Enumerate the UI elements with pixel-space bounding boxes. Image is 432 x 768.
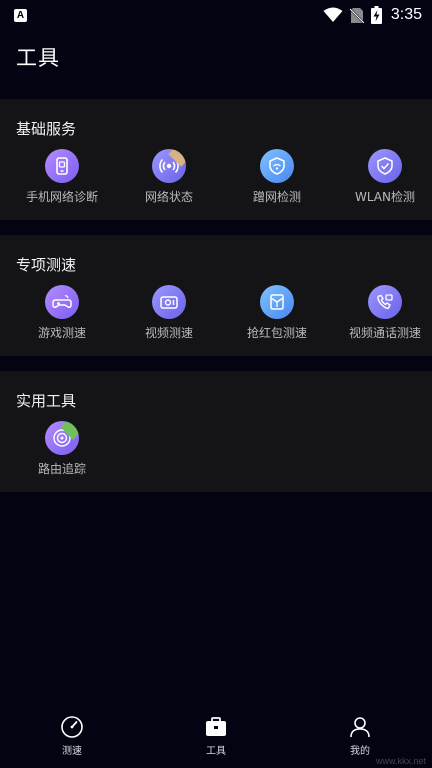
nav-label: 我的 bbox=[350, 746, 370, 757]
bottom-nav: 测速 工具 我的 www.kkx.net bbox=[0, 706, 432, 768]
tool-label: 抢红包测速 bbox=[246, 326, 307, 340]
gamepad-icon bbox=[45, 285, 79, 319]
tool-label: 蹭网检测 bbox=[252, 190, 301, 204]
wlan-shield-icon bbox=[368, 149, 402, 183]
video-icon bbox=[152, 285, 186, 319]
person-icon bbox=[288, 714, 432, 740]
tool-label: 游戏测速 bbox=[37, 326, 86, 340]
nav-item-tools[interactable]: 工具 bbox=[144, 714, 288, 757]
app-notification-icon: A bbox=[14, 8, 27, 22]
tool-label: WLAN检测 bbox=[354, 190, 415, 204]
battery-charging-icon bbox=[370, 6, 382, 24]
tool-wlan-detection[interactable]: WLAN检测 bbox=[331, 149, 432, 209]
tool-label: 网络状态 bbox=[144, 190, 193, 204]
tool-game-speed-test[interactable]: 游戏测速 bbox=[8, 285, 116, 345]
tool-route-trace[interactable]: 路由追踪 bbox=[8, 421, 116, 481]
network-signal-icon bbox=[152, 149, 186, 183]
tool-phone-network-diagnosis[interactable]: 手机网络诊断 bbox=[8, 149, 116, 209]
tool-label: 手机网络诊断 bbox=[25, 190, 98, 204]
route-trace-icon bbox=[45, 421, 79, 455]
tool-red-packet-speed-test[interactable]: 抢红包测速 bbox=[223, 285, 331, 345]
wifi-leech-detect-icon bbox=[260, 149, 294, 183]
tool-network-status[interactable]: 网络状态 bbox=[115, 149, 223, 209]
section-title: 专项测速 bbox=[16, 256, 77, 274]
nav-item-mine[interactable]: 我的 bbox=[288, 714, 432, 757]
section-title: 基础服务 bbox=[16, 120, 77, 138]
nav-label: 工具 bbox=[206, 746, 226, 757]
speedometer-icon bbox=[0, 714, 144, 740]
clock: 3:35 bbox=[390, 6, 422, 23]
section-basic-services: 基础服务 手机网络诊断 网络状态 蹭网检测 WLAN检测 bbox=[0, 99, 432, 220]
tool-label: 视频通话测速 bbox=[348, 326, 421, 340]
toolbox-icon bbox=[144, 714, 288, 740]
status-bar: A 3:35 bbox=[0, 0, 432, 30]
red-packet-icon bbox=[260, 285, 294, 319]
watermark: www.kkx.net bbox=[375, 756, 426, 766]
page-title: 工具 bbox=[16, 46, 60, 70]
tool-video-speed-test[interactable]: 视频测速 bbox=[115, 285, 223, 345]
tool-video-call-speed-test[interactable]: 视频通话测速 bbox=[331, 285, 432, 345]
wifi-icon bbox=[323, 7, 343, 22]
section-special-speed-test: 专项测速 游戏测速 视频测速 抢红包测速 视频通话测速 bbox=[0, 235, 432, 356]
section-utility-tools: 实用工具 路由追踪 bbox=[0, 371, 432, 492]
nav-item-speed-test[interactable]: 测速 bbox=[0, 714, 144, 757]
section-title: 实用工具 bbox=[16, 392, 77, 410]
tool-wifi-leech-detection[interactable]: 蹭网检测 bbox=[223, 149, 331, 209]
tool-label: 路由追踪 bbox=[37, 462, 86, 476]
no-sim-icon bbox=[349, 7, 364, 24]
tool-label: 视频测速 bbox=[144, 326, 193, 340]
video-call-icon bbox=[368, 285, 402, 319]
phone-diagnosis-icon bbox=[45, 149, 79, 183]
nav-label: 测速 bbox=[62, 746, 82, 757]
